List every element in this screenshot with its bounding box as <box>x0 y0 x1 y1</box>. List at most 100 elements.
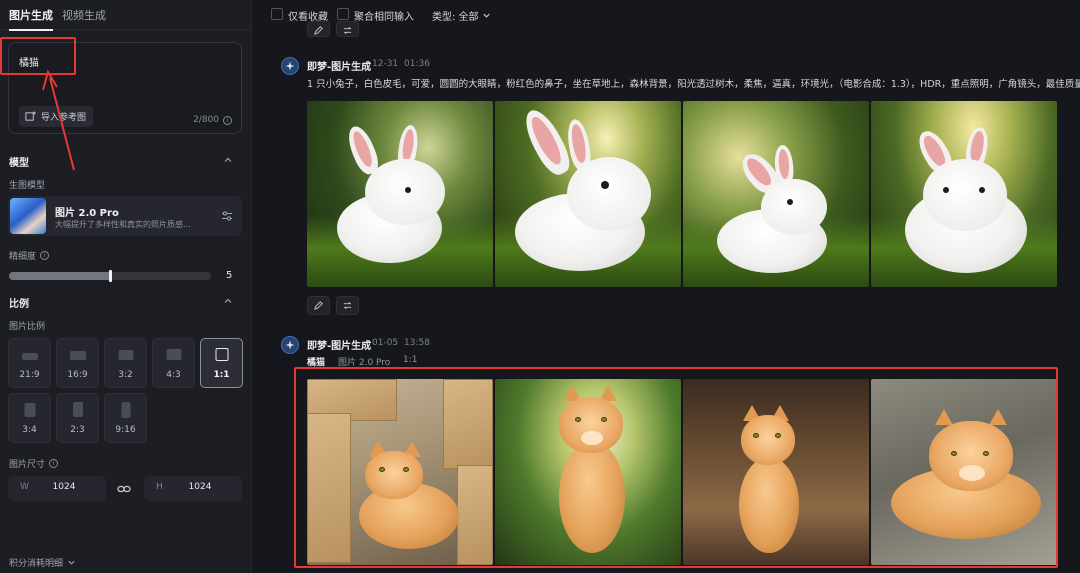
ratio-option-label: 9:16 <box>115 425 136 435</box>
model-selector[interactable]: 图片 2.0 Pro 大幅提升了多样性和真实的照片质感... <box>8 196 242 236</box>
merge-same-input-checkbox[interactable] <box>337 8 349 20</box>
generated-image[interactable] <box>871 101 1057 287</box>
ratio-shape-icon <box>21 353 38 360</box>
ratio-option-1-1[interactable]: 1:1 <box>200 338 243 388</box>
generation-date: 12-31 <box>372 59 399 69</box>
image-upload-icon <box>25 111 36 121</box>
height-field[interactable]: H 1024 <box>144 476 242 501</box>
generated-image[interactable] <box>495 379 681 565</box>
ratio-option-label: 3:4 <box>22 425 37 435</box>
ratio-option-label: 3:2 <box>118 370 133 380</box>
merge-same-input-label[interactable]: 聚合相同输入 <box>354 8 414 23</box>
char-count-text: 2/800 <box>193 115 219 125</box>
app-root: 图片生成 视频生成 橘猫 导入参考图 2/800 i 模型 生图模型 图片 2.… <box>0 0 1080 573</box>
generator-avatar <box>281 336 299 354</box>
cat-body <box>559 441 625 553</box>
link-icon[interactable] <box>117 482 131 496</box>
ratio-option-21-9[interactable]: 21:9 <box>8 338 51 388</box>
chevron-down-icon <box>482 13 490 18</box>
info-icon[interactable]: i <box>49 459 59 468</box>
generated-image[interactable] <box>307 101 493 287</box>
cat-eye <box>983 451 989 456</box>
edit-button[interactable] <box>307 21 330 37</box>
ratio-option-2-3[interactable]: 2:3 <box>56 393 99 443</box>
generated-image[interactable] <box>871 379 1057 565</box>
favorites-only-checkbox[interactable] <box>271 8 283 20</box>
ratio-option-16-9[interactable]: 16:9 <box>56 338 99 388</box>
ratio-option-9-16[interactable]: 9:16 <box>104 393 147 443</box>
chevron-up-icon[interactable] <box>223 155 233 165</box>
tab-video-generation[interactable]: 视频生成 <box>62 7 106 23</box>
generation-model: 图片 2.0 Pro <box>338 358 391 368</box>
ratio-option-4-3[interactable]: 4:3 <box>152 338 195 388</box>
precision-slider-handle[interactable] <box>109 270 112 282</box>
precision-label-row: 精细度 i <box>9 249 50 262</box>
type-filter-dropdown[interactable]: 类型: 全部 <box>432 8 491 23</box>
cat-muzzle <box>581 431 603 445</box>
generated-image[interactable] <box>307 379 493 565</box>
cat-eye <box>775 433 781 438</box>
ratio-option-label: 2:3 <box>70 425 85 435</box>
width-field[interactable]: W 1024 <box>8 476 106 501</box>
generated-image[interactable] <box>683 379 869 565</box>
regenerate-button[interactable] <box>336 21 359 37</box>
ratio-shape-icon <box>166 349 181 360</box>
bunny-head <box>761 179 827 235</box>
height-value[interactable]: 1024 <box>180 482 220 492</box>
generated-image[interactable] <box>495 101 681 287</box>
tab-image-generation[interactable]: 图片生成 <box>9 7 53 31</box>
precision-slider-fill <box>9 272 110 280</box>
filter-toolbar: 仅看收藏 聚合相同输入 类型: 全部 <box>259 0 1080 28</box>
info-icon[interactable]: i <box>40 251 50 260</box>
bunny-eye <box>405 187 411 193</box>
ratio-option-label: 16:9 <box>67 370 88 380</box>
bunny-eye <box>943 187 949 193</box>
import-reference-button[interactable]: 导入参考图 <box>19 106 94 127</box>
cat-ear <box>989 409 1007 425</box>
width-value[interactable]: 1024 <box>44 482 84 492</box>
cat-muzzle <box>959 465 985 481</box>
ratio-option-label: 1:1 <box>213 370 230 380</box>
model-thumbnail <box>10 198 46 234</box>
precision-slider[interactable] <box>9 270 211 282</box>
generated-image[interactable] <box>683 101 869 287</box>
generation-title: 即梦-图片生成 <box>307 341 372 352</box>
bunny-eye <box>601 181 609 189</box>
refresh-icon <box>343 301 352 310</box>
ratio-shape-icon <box>69 351 86 360</box>
sparkle-icon <box>285 340 295 350</box>
cardboard-box <box>457 465 493 565</box>
pencil-icon <box>314 301 323 310</box>
ratio-option-3-4[interactable]: 3:4 <box>8 393 51 443</box>
regenerate-button[interactable] <box>336 296 359 315</box>
cat-ear <box>935 409 953 425</box>
model-label: 生图模型 <box>9 181 46 191</box>
model-description: 大幅提升了多样性和真实的照片质感... <box>55 220 191 229</box>
ratio-section-title: 比例 <box>9 299 29 310</box>
ratio-shape-icon <box>215 348 228 361</box>
ratio-option-3-2[interactable]: 3:2 <box>104 338 147 388</box>
generation-date: 01-05 <box>372 338 399 348</box>
sparkle-icon <box>285 61 295 71</box>
chevron-up-icon[interactable] <box>223 296 233 306</box>
ratio-shape-icon <box>24 403 35 417</box>
cat-body <box>739 457 799 553</box>
generator-avatar <box>281 57 299 75</box>
ratio-shape-icon <box>121 402 130 418</box>
sliders-icon[interactable] <box>221 210 233 222</box>
refresh-icon <box>343 26 352 35</box>
ratio-option-label: 21:9 <box>19 370 40 380</box>
generation-title: 即梦-图片生成 <box>307 62 372 73</box>
char-count: 2/800 i <box>193 115 232 125</box>
credits-details-toggle[interactable]: 积分消耗明细 <box>9 556 76 569</box>
type-filter-label: 类型: 全部 <box>432 12 479 23</box>
generation-prompt: 橘猫 <box>307 358 326 368</box>
precision-label: 精细度 <box>9 252 37 262</box>
edit-button[interactable] <box>307 296 330 315</box>
bunny-eye <box>979 187 985 193</box>
height-axis-label: H <box>156 482 163 492</box>
import-reference-label: 导入参考图 <box>41 113 87 123</box>
info-icon[interactable]: i <box>223 115 232 125</box>
size-label: 图片尺寸 <box>9 460 46 470</box>
sidebar: 图片生成 视频生成 橘猫 导入参考图 2/800 i 模型 生图模型 图片 2.… <box>0 0 252 573</box>
